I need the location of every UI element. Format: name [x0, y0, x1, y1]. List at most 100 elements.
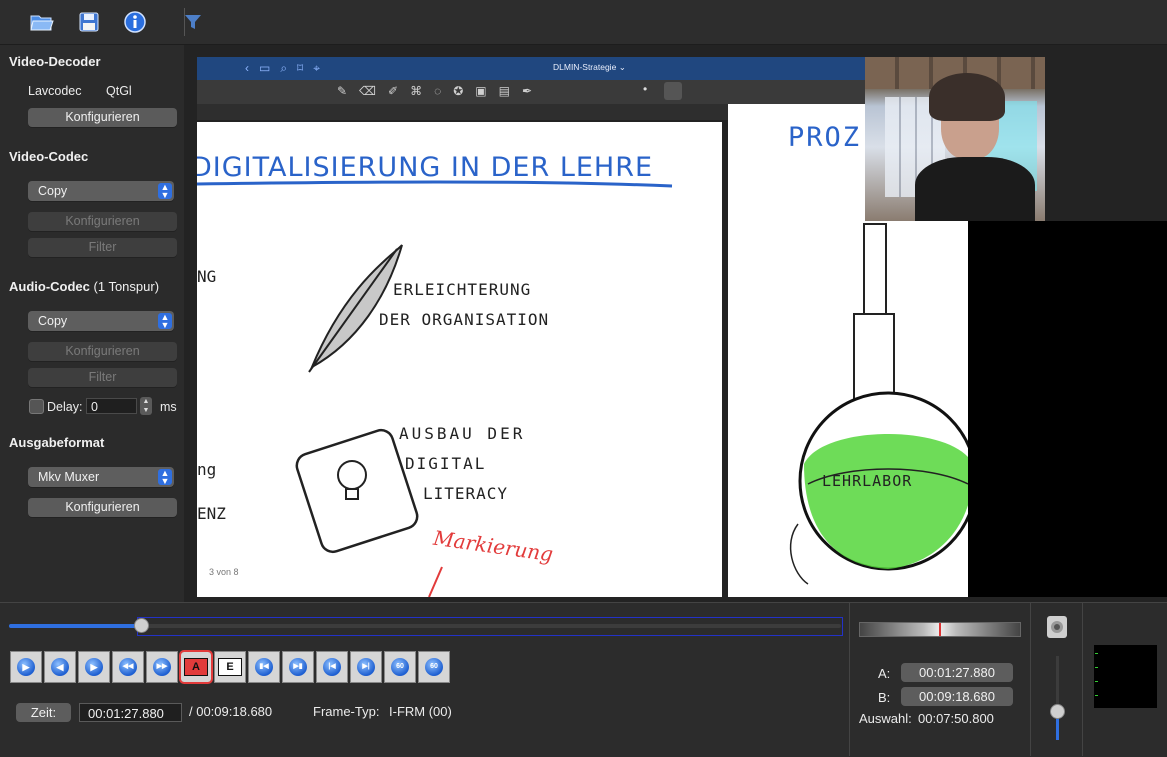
- previous-frame-icon: ◀: [51, 658, 69, 676]
- slide-text-item1-line1: ERLEICHTERUNG: [393, 280, 532, 299]
- rewind-button[interactable]: ◀◀: [112, 651, 144, 683]
- marker-b-value[interactable]: 00:09:18.680: [901, 687, 1013, 706]
- output-format-value: Mkv Muxer: [38, 470, 100, 484]
- audio-track-count: (1 Tonspur): [93, 279, 160, 294]
- open-folder-icon[interactable]: [27, 8, 57, 36]
- save-icon[interactable]: [74, 8, 104, 36]
- delay-stepper[interactable]: ▲ ▼: [140, 397, 152, 415]
- set-marker-b-button[interactable]: E: [214, 651, 246, 683]
- divider: [1082, 603, 1083, 756]
- info-icon[interactable]: [120, 8, 150, 36]
- slide-text-fragment-3: ENZ: [197, 504, 226, 523]
- total-time: / 00:09:18.680: [189, 704, 273, 719]
- audio-codec-filter-button[interactable]: Filter: [28, 368, 177, 387]
- page-counter: 3 von 8: [209, 567, 239, 577]
- delay-unit: ms: [160, 400, 177, 414]
- set-marker-a-button[interactable]: A: [179, 650, 213, 684]
- audio-codec-value: Copy: [38, 314, 68, 328]
- output-format-select[interactable]: Mkv Muxer ▲ ▼: [28, 467, 174, 487]
- output-configure-button[interactable]: Konfigurieren: [28, 498, 177, 517]
- goto-marker-b-icon: ▶|: [357, 658, 375, 676]
- play-icon: ▶: [17, 658, 35, 676]
- chevron-down-icon: ⌄: [618, 62, 626, 72]
- decoder-option-qtgl[interactable]: QtGl: [106, 84, 132, 98]
- captured-nav-icons: ‹▭⌕⌑⌖: [245, 61, 330, 75]
- previous-keyframe-icon: ▮◀: [255, 658, 273, 676]
- frame-type-value: I-FRM (00): [389, 704, 452, 719]
- captured-drawing-tools-icon: ✎⌫✐⌘◌✪▣▤✒: [337, 84, 544, 98]
- previous-frame-button[interactable]: ◀: [44, 651, 76, 683]
- filter-icon[interactable]: [178, 8, 208, 36]
- audio-codec-configure-button[interactable]: Konfigurieren: [28, 342, 177, 361]
- delay-checkbox[interactable]: [29, 399, 44, 414]
- video-codec-select[interactable]: Copy ▲ ▼: [28, 181, 174, 201]
- webcam-overlay: [865, 57, 1045, 221]
- captured-stroke-icon: [664, 82, 682, 100]
- slide-page-1-drawing: [197, 180, 673, 597]
- slide-page-1: DIGITALISIERUNG IN DER LEHRE ERLEICHTERU…: [197, 122, 722, 597]
- updown-chevron-icon: ▲ ▼: [158, 313, 172, 330]
- forward-60-icon: 60: [425, 658, 443, 676]
- audio-codec-title: Audio-Codec (1 Tonspur): [9, 279, 159, 294]
- webcam-person-hair: [929, 73, 1005, 121]
- previous-keyframe-button[interactable]: ▮◀: [248, 651, 280, 683]
- decoder-option-lavcodec[interactable]: Lavcodec: [28, 84, 82, 98]
- webcam-person-body: [915, 157, 1035, 221]
- audio-meter: [1094, 645, 1157, 708]
- seek-progress: [9, 624, 143, 628]
- slide-heading: DIGITALISIERUNG IN DER LEHRE: [197, 152, 654, 183]
- play-button[interactable]: ▶: [10, 651, 42, 683]
- next-frame-icon: ▶: [85, 658, 103, 676]
- time-label-button[interactable]: Zeit:: [16, 703, 71, 722]
- rewind-icon: ◀◀: [119, 658, 137, 676]
- decoder-configure-button[interactable]: Konfigurieren: [28, 108, 177, 127]
- video-codec-filter-button[interactable]: Filter: [28, 238, 177, 257]
- video-preview: ‹▭⌕⌑⌖ DLMIN-Strategie ⌄ ✎⌫✐⌘◌✪▣▤✒ • DIGI…: [184, 45, 1167, 602]
- selection-range: [137, 617, 843, 636]
- slide-text-item1-line2: DER ORGANISATION: [379, 310, 550, 329]
- back-60-icon: 60: [391, 658, 409, 676]
- next-keyframe-button[interactable]: ▶▮: [282, 651, 314, 683]
- back-60-button[interactable]: 60: [384, 651, 416, 683]
- selection-value: 00:07:50.800: [918, 711, 994, 726]
- video-codec-title: Video-Codec: [9, 149, 89, 164]
- goto-marker-b-button[interactable]: ▶|: [350, 651, 382, 683]
- current-time-field[interactable]: 00:01:27.880: [79, 703, 182, 722]
- marker-a-label: A:: [878, 666, 891, 681]
- black-region: [968, 221, 1167, 597]
- output-format-title: Ausgabeformat: [9, 435, 105, 450]
- selection-label: Auswahl:: [859, 711, 912, 726]
- next-keyframe-icon: ▶▮: [289, 658, 307, 676]
- updown-chevron-icon: ▲ ▼: [158, 183, 172, 200]
- audio-codec-select[interactable]: Copy ▲ ▼: [28, 311, 174, 331]
- slide-page-2-heading: PROZ: [788, 122, 862, 153]
- jog-indicator: [939, 623, 941, 636]
- sidebar: Video-Decoder Lavcodec QtGl Konfiguriere…: [0, 45, 184, 602]
- slide-text-item2-line2: DIGITAL: [405, 454, 487, 473]
- forward-60-button[interactable]: 60: [418, 651, 450, 683]
- captured-dot-icon: •: [643, 82, 648, 96]
- fast-forward-icon: ▶▶: [153, 658, 171, 676]
- slide-text-fragment-1: NG: [197, 267, 217, 286]
- captured-tool-bar: ✎⌫✐⌘◌✪▣▤✒ •: [197, 80, 867, 104]
- delay-input[interactable]: 0: [86, 398, 137, 414]
- video-codec-configure-button[interactable]: Konfigurieren: [28, 212, 177, 231]
- captured-app-titlebar: ‹▭⌕⌑⌖ DLMIN-Strategie ⌄: [197, 57, 867, 80]
- captured-app-title-text: DLMIN-Strategie: [553, 62, 617, 72]
- set-marker-b-icon: E: [218, 658, 242, 676]
- speaker-icon[interactable]: [1047, 616, 1067, 638]
- goto-marker-a-icon: |◀: [323, 658, 341, 676]
- marker-a-value[interactable]: 00:01:27.880: [901, 663, 1013, 682]
- slide-text-item2-line1: AUSBAU DER: [399, 424, 526, 443]
- captured-app-title: DLMIN-Strategie ⌄: [553, 62, 626, 73]
- video-codec-value: Copy: [38, 184, 68, 198]
- fast-forward-button[interactable]: ▶▶: [146, 651, 178, 683]
- video-decoder-title: Video-Decoder: [9, 54, 101, 69]
- volume-thumb[interactable]: [1050, 703, 1065, 719]
- divider: [1030, 603, 1031, 756]
- main-toolbar: [0, 0, 1167, 45]
- audio-codec-title-text: Audio-Codec: [9, 279, 90, 294]
- flask-label: LEHRLABOR: [822, 472, 913, 490]
- next-frame-button[interactable]: ▶: [78, 651, 110, 683]
- goto-marker-a-button[interactable]: |◀: [316, 651, 348, 683]
